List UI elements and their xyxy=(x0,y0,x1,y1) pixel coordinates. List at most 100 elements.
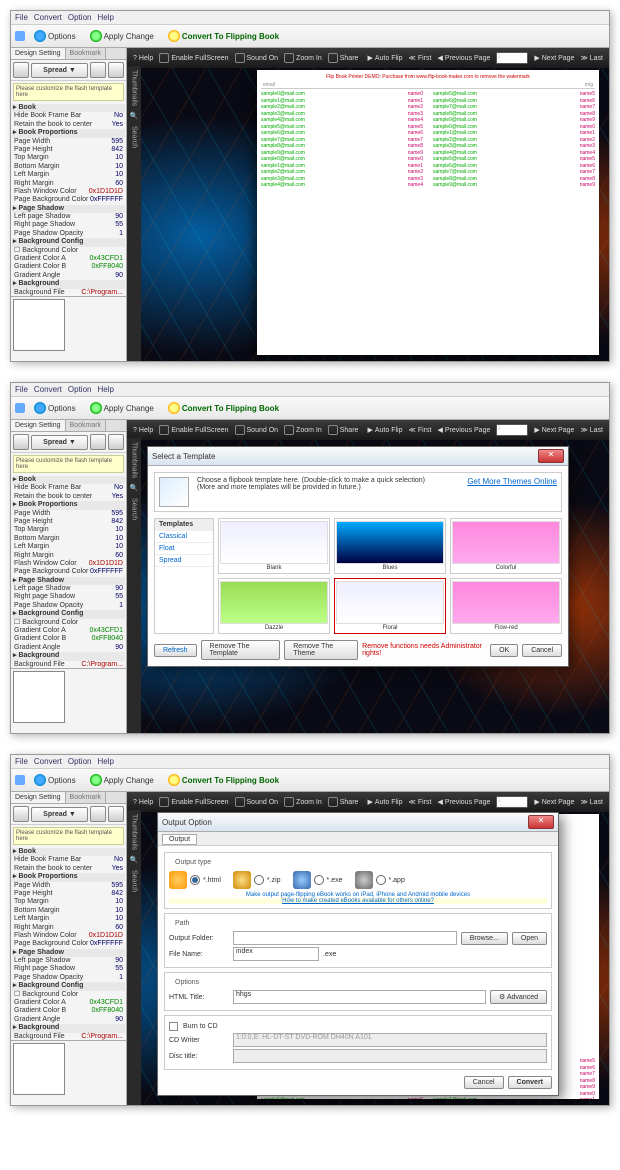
menu-option[interactable]: Option xyxy=(68,385,92,394)
template-export-icon[interactable] xyxy=(108,806,124,822)
template-item-floral[interactable]: Floral xyxy=(334,578,446,634)
property-row[interactable]: Page Width595 xyxy=(12,510,125,518)
tab-bookmark[interactable]: Bookmark xyxy=(66,792,107,803)
template-import-icon[interactable] xyxy=(90,62,106,78)
close-button[interactable]: ✕ xyxy=(538,449,564,463)
share-button[interactable]: Share xyxy=(328,425,359,435)
property-row[interactable]: Bottom Margin10 xyxy=(12,163,125,171)
menu-convert[interactable]: Convert xyxy=(34,757,62,766)
radio-exe[interactable]: *.exe xyxy=(293,871,343,889)
property-row[interactable]: Page Background Color0xFFFFFF xyxy=(12,940,125,948)
help-button[interactable]: ?Help xyxy=(133,799,153,806)
property-row[interactable]: Gradient Angle90 xyxy=(12,1016,125,1024)
property-row[interactable]: ▸ Book xyxy=(12,104,125,112)
template-category-list[interactable]: Templates Classical Float Spread xyxy=(154,518,214,634)
last-page-button[interactable]: ≫Last xyxy=(580,54,603,62)
menu-convert[interactable]: Convert xyxy=(34,385,62,394)
property-row[interactable]: Right page Shadow55 xyxy=(12,593,125,601)
sound-button[interactable]: Sound On xyxy=(235,797,279,807)
browse-button[interactable]: Browse... xyxy=(461,932,508,945)
open-button[interactable]: Open xyxy=(512,932,547,945)
tab-design-setting[interactable]: Design Setting xyxy=(11,48,66,59)
prev-page-button[interactable]: ◀Previous Page xyxy=(437,426,490,434)
category-classical[interactable]: Classical xyxy=(155,531,213,543)
refresh-button[interactable]: Refresh xyxy=(154,644,197,657)
property-row[interactable]: ▸ Page Shadow xyxy=(12,205,125,213)
property-row[interactable]: Gradient Angle90 xyxy=(12,272,125,280)
property-row[interactable]: Retain the book to centerYes xyxy=(12,493,125,501)
property-row[interactable]: Gradient Color B0xFF8040 xyxy=(12,1007,125,1015)
spread-template-button[interactable]: Spread▼ xyxy=(31,63,88,78)
page-input[interactable]: 1 xyxy=(496,424,528,436)
cancel-button[interactable]: Cancel xyxy=(522,644,562,657)
zoom-button[interactable]: Zoom In xyxy=(284,53,322,63)
menubar[interactable]: File Convert Option Help xyxy=(11,755,609,769)
property-row[interactable]: Left page Shadow90 xyxy=(12,585,125,593)
last-page-button[interactable]: ≫Last xyxy=(580,798,603,806)
menu-option[interactable]: Option xyxy=(68,13,92,22)
property-row[interactable]: ▸ Page Shadow xyxy=(12,949,125,957)
property-tree[interactable]: ▸ Book Hide Book Frame BarNo Retain the … xyxy=(11,103,126,296)
help-button[interactable]: ?Help xyxy=(133,427,153,434)
property-row[interactable]: Left Margin10 xyxy=(12,543,125,551)
disc-title-input[interactable] xyxy=(233,1049,547,1063)
nav-icon[interactable] xyxy=(15,403,25,413)
property-row[interactable]: ▸ Book xyxy=(12,848,125,856)
prev-page-button[interactable]: ◀Previous Page xyxy=(437,54,490,62)
template-item-colorful[interactable]: Colorful xyxy=(450,518,562,574)
property-row[interactable]: Bottom Margin10 xyxy=(12,535,125,543)
menu-file[interactable]: File xyxy=(15,757,28,766)
fullscreen-button[interactable]: Enable FullScreen xyxy=(159,53,228,63)
search-tab[interactable]: Search xyxy=(131,126,138,148)
property-row[interactable]: ▸ Book xyxy=(12,476,125,484)
flipbook-page[interactable]: Flip Book Printer DEMO: Purchase from ww… xyxy=(257,70,599,355)
options-button[interactable]: Options xyxy=(29,772,81,788)
search-icon[interactable]: 🔍 xyxy=(130,856,139,864)
property-row[interactable]: Right Margin60 xyxy=(12,924,125,932)
zoom-button[interactable]: Zoom In xyxy=(284,425,322,435)
search-icon[interactable]: 🔍 xyxy=(130,112,139,120)
property-row[interactable]: Right page Shadow55 xyxy=(12,221,125,229)
menubar[interactable]: File Convert Option Help xyxy=(11,11,609,25)
property-tree[interactable]: ▸ Book Hide Book Frame BarNo Retain the … xyxy=(11,475,126,668)
tab-design-setting[interactable]: Design Setting xyxy=(11,792,66,803)
menubar[interactable]: File Convert Option Help xyxy=(11,383,609,397)
property-row[interactable]: Top Margin10 xyxy=(12,154,125,162)
property-row[interactable]: Page Height842 xyxy=(12,518,125,526)
menu-help[interactable]: Help xyxy=(97,757,113,766)
property-row[interactable]: Hide Book Frame BarNo xyxy=(12,856,125,864)
property-row[interactable]: ▸ Book Proportions xyxy=(12,129,125,137)
property-row[interactable]: Background FileC:\Program... xyxy=(12,289,125,296)
tab-bookmark[interactable]: Bookmark xyxy=(66,48,107,59)
property-row[interactable]: Left Margin10 xyxy=(12,915,125,923)
property-row[interactable]: Page Background Color0xFFFFFF xyxy=(12,196,125,204)
property-row[interactable]: Page Shadow Opacity1 xyxy=(12,602,125,610)
next-page-button[interactable]: ▶Next Page xyxy=(534,798,574,806)
autoflip-button[interactable]: ▶Auto Flip xyxy=(367,426,402,434)
page-input[interactable]: 1 xyxy=(496,52,528,64)
property-row[interactable]: Retain the book to centerYes xyxy=(12,865,125,873)
property-row[interactable]: Gradient Color B0xFF8040 xyxy=(12,635,125,643)
template-item-dazzle[interactable]: Dazzle xyxy=(218,578,330,634)
property-row[interactable]: Flash Window Color0x1D1D1D xyxy=(12,560,125,568)
property-row[interactable]: Gradient Color A0x43CFD1 xyxy=(12,627,125,635)
autoflip-button[interactable]: ▶Auto Flip xyxy=(367,798,402,806)
property-row[interactable]: Right page Shadow55 xyxy=(12,965,125,973)
remove-theme-button[interactable]: Remove The Theme xyxy=(284,640,358,660)
category-float[interactable]: Float xyxy=(155,543,213,555)
menu-convert[interactable]: Convert xyxy=(34,13,62,22)
first-page-button[interactable]: ≪First xyxy=(409,54,432,62)
property-row[interactable]: Right Margin60 xyxy=(12,180,125,188)
property-row[interactable]: Page Height842 xyxy=(12,890,125,898)
tab-design-setting[interactable]: Design Setting xyxy=(11,420,66,431)
close-button[interactable]: ✕ xyxy=(528,815,554,829)
next-page-button[interactable]: ▶Next Page xyxy=(534,426,574,434)
ok-button[interactable]: OK xyxy=(490,644,518,657)
radio-zip[interactable]: *.zip xyxy=(233,871,281,889)
property-row[interactable]: ▸ Page Shadow xyxy=(12,577,125,585)
thumbnails-tab[interactable]: Thumbnails xyxy=(131,70,138,106)
property-row[interactable]: ▸ Background xyxy=(12,1024,125,1032)
property-row[interactable]: Bottom Margin10 xyxy=(12,907,125,915)
property-row[interactable]: Page Shadow Opacity1 xyxy=(12,230,125,238)
property-row[interactable]: Page Shadow Opacity1 xyxy=(12,974,125,982)
